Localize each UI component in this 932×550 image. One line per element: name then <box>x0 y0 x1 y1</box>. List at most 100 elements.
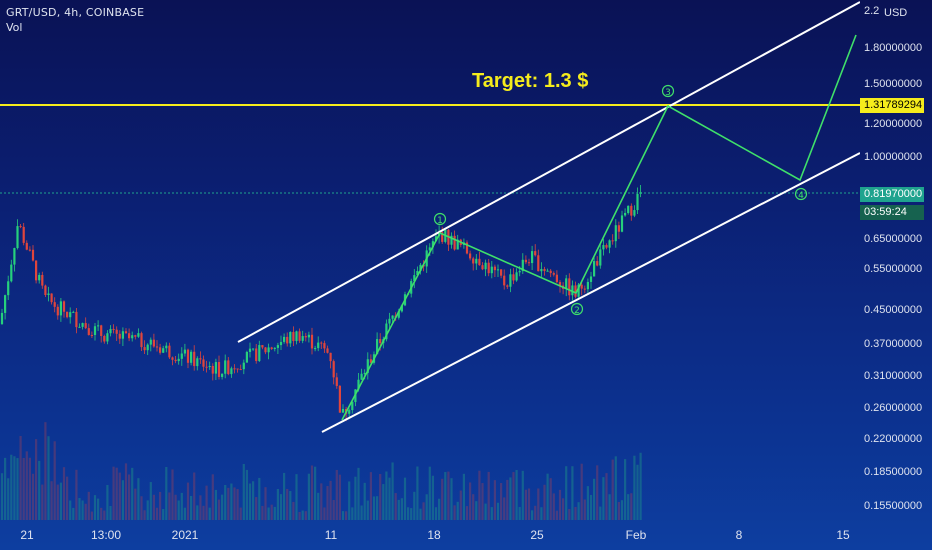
price-axis[interactable]: 2.2 USD 1.80000000 1.50000000 1.31789294… <box>860 0 932 520</box>
candle-body <box>500 269 503 276</box>
volume-bar <box>230 483 233 520</box>
price-tick: 0.31000000 <box>864 370 923 382</box>
candle-body <box>484 262 487 270</box>
volume-bar <box>338 474 341 520</box>
bar-countdown-badge: 03:59:24 <box>860 205 924 220</box>
volume-bar <box>217 499 221 520</box>
volume-bar <box>376 496 379 520</box>
wave-label-4: 4 <box>798 191 804 201</box>
volume-bar <box>19 435 22 520</box>
time-tick: 25 <box>530 528 544 542</box>
candle-body <box>193 351 196 367</box>
candle-body <box>267 347 270 353</box>
volume-bar <box>509 477 512 520</box>
volume-bar <box>462 473 465 520</box>
volume-bar <box>239 507 242 520</box>
time-tick: 8 <box>735 528 743 542</box>
time-tick: 2021 <box>171 528 199 542</box>
candle-body <box>78 326 81 328</box>
candle-body <box>276 345 279 348</box>
candle-body <box>289 332 292 344</box>
candle-body <box>348 410 351 414</box>
volume-bar <box>583 499 586 520</box>
candle-body <box>115 329 118 334</box>
volume-bar <box>118 472 121 520</box>
candle-body <box>131 335 134 339</box>
candle-body <box>602 245 605 250</box>
volume-bar <box>496 502 500 520</box>
candle-body <box>624 212 627 216</box>
volume-legend[interactable]: Vol <box>6 21 22 34</box>
volume-bar <box>16 458 19 520</box>
volume-bar <box>112 466 115 520</box>
volume-bar <box>87 491 90 520</box>
volume-bar <box>354 476 357 520</box>
volume-bar <box>379 473 382 520</box>
volume-bar <box>50 481 53 520</box>
volume-bar <box>605 473 608 520</box>
volume-bar <box>162 508 165 520</box>
candle-body <box>205 366 208 368</box>
candle-body <box>469 253 472 259</box>
volume-bar <box>143 510 146 520</box>
volume-bar <box>602 477 605 520</box>
candle-body <box>317 342 320 349</box>
volume-bar <box>180 492 183 520</box>
candle-body <box>230 368 233 375</box>
time-axis[interactable]: 21 13:00 2021 11 18 25 Feb 8 15 <box>0 520 860 550</box>
candle-body <box>248 348 252 352</box>
candle-body <box>636 193 639 211</box>
candle-body <box>301 336 304 341</box>
volume-bar <box>388 477 391 520</box>
candle-body <box>546 270 549 272</box>
price-chart[interactable]: 1 2 3 4 <box>0 0 860 520</box>
volume-bar <box>56 484 59 520</box>
candle-body <box>81 323 84 327</box>
candle-body <box>503 275 506 286</box>
time-tick: Feb <box>625 528 647 542</box>
volume-bar <box>506 479 509 520</box>
volume-bar <box>121 480 124 520</box>
volume-bar <box>264 487 267 520</box>
currency-label[interactable]: USD <box>884 7 907 19</box>
candle-body <box>143 347 146 351</box>
volume-bar <box>438 498 441 520</box>
volume-bar <box>4 457 7 520</box>
volume-bar <box>351 507 354 520</box>
volume-bar <box>131 467 134 520</box>
candle-body <box>53 302 56 307</box>
volume-bar <box>515 470 518 520</box>
volume-bar <box>28 457 31 520</box>
candle-body <box>35 260 38 281</box>
candle-body <box>149 339 152 345</box>
candle-body <box>307 334 310 338</box>
volume-bar <box>403 477 407 520</box>
volume-bar <box>146 500 149 520</box>
wave-label-1: 1 <box>437 216 443 226</box>
volume-bar <box>360 505 363 520</box>
volume-bar <box>428 466 431 520</box>
candle-body <box>66 311 69 318</box>
candle-body <box>252 348 255 350</box>
candle-body <box>168 345 171 358</box>
symbol-title[interactable]: GRT/USD, 4h, COINBASE <box>6 6 144 19</box>
candle-body <box>487 262 490 274</box>
volume-bar <box>78 498 81 520</box>
volume-bar <box>10 454 13 520</box>
volume-bar <box>416 466 419 520</box>
volume-bar <box>22 457 25 520</box>
candle-body <box>589 276 593 282</box>
candle-body <box>630 205 633 216</box>
volume-bar <box>47 436 50 520</box>
volume-bar <box>273 506 276 520</box>
volume-bar <box>326 486 329 520</box>
volume-bar <box>286 488 289 520</box>
volume-bar <box>335 469 338 520</box>
volume-bar <box>617 502 620 520</box>
volume-bar <box>453 505 456 520</box>
candle-body <box>41 274 44 286</box>
volume-bar <box>410 508 413 520</box>
candle-body <box>31 249 35 261</box>
candle-body <box>580 284 583 289</box>
candle-body <box>304 336 307 338</box>
